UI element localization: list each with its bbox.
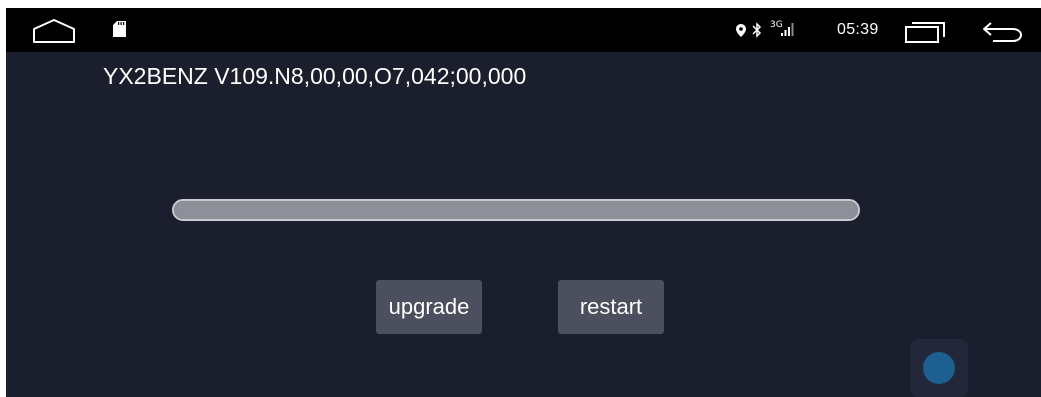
upgrade-progress-bar: [172, 199, 860, 221]
restart-button[interactable]: restart: [558, 280, 664, 334]
screen: 3G 05:39 YX2BENZ V109.N8,00,00,O7,042;00…: [6, 8, 1041, 397]
bluetooth-icon: [752, 22, 762, 38]
floating-assistant-button[interactable]: [910, 339, 968, 397]
floating-dot-icon: [923, 352, 955, 384]
sd-card-icon: [113, 21, 126, 37]
location-icon: [736, 24, 746, 37]
progress-fill: [174, 201, 858, 219]
status-clock: 05:39: [837, 21, 879, 38]
home-icon[interactable]: [32, 18, 76, 44]
version-text: YX2BENZ V109.N8,00,00,O7,042;00,000: [103, 63, 527, 89]
recents-icon[interactable]: [904, 21, 946, 43]
status-bar: 3G 05:39: [6, 8, 1041, 52]
upgrade-button[interactable]: upgrade: [376, 280, 482, 334]
back-icon[interactable]: [981, 20, 1023, 42]
signal-icon: [781, 23, 794, 36]
